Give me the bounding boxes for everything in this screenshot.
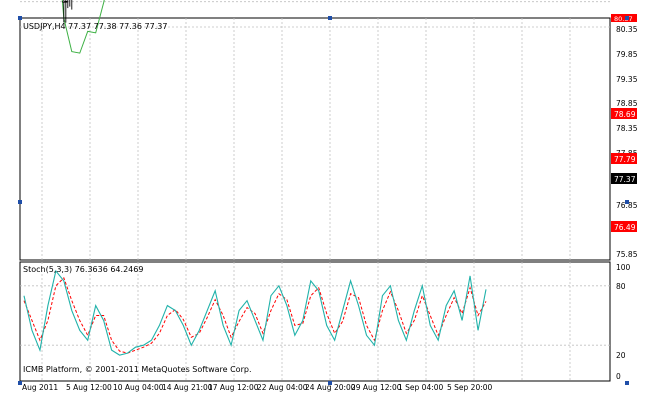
candle-body [64, 0, 68, 3]
stoch-scale-80: 80 [616, 282, 626, 291]
chart-header: USDJPY,H4 77.37 77.38 77.36 77.37 [23, 22, 167, 31]
time-label-10-aug: 10 Aug 04:00 [113, 383, 164, 392]
selection-handle[interactable] [18, 200, 22, 204]
stoch-scale-100: 100 [616, 263, 631, 272]
price-label-79-35: 79.35 [616, 75, 638, 84]
chart-canvas: USDJPY,H4 77.37 77.38 77.36 77.37 Stoch(… [0, 0, 652, 414]
price-label-78-85: 78.85 [616, 99, 638, 108]
level-tag-78-69: 78.69 [614, 110, 636, 119]
time-label-29-aug: 29 Aug 12:00 [351, 383, 402, 392]
trading-chart-window: USDJPY,H4 77.37 77.38 77.36 77.37 Stoch(… [0, 0, 652, 414]
selection-handle[interactable] [18, 381, 22, 385]
price-label-78-35: 78.35 [616, 124, 638, 133]
top-price-tag: 80.57 [614, 15, 633, 23]
level-tag-77-79: 77.79 [614, 155, 636, 164]
time-label-5-sep: 5 Sep 20:00 [447, 383, 493, 392]
price-label-80-35: 80.35 [616, 25, 638, 34]
time-label-14-aug: 14 Aug 21:00 [162, 383, 213, 392]
selection-handle[interactable] [625, 381, 629, 385]
time-label-1-sep: 1 Sep 04:00 [398, 383, 444, 392]
selection-handle[interactable] [328, 381, 332, 385]
copyright-footer: ICMB Platform, © 2001-2011 MetaQuotes So… [23, 365, 252, 374]
time-label-5-aug: 5 Aug 12:00 [66, 383, 112, 392]
selection-handle[interactable] [328, 16, 332, 20]
time-label-17-aug: 17 Aug 12:00 [208, 383, 259, 392]
selection-handle[interactable] [18, 16, 22, 20]
price-label-79-85: 79.85 [616, 50, 638, 59]
time-label-22-aug: 22 Aug 04:00 [257, 383, 308, 392]
time-label-aug-2011: Aug 2011 [22, 383, 58, 392]
stochastic-header: Stoch(5,3,3) 76.3636 64.2469 [23, 265, 143, 274]
price-label-75-85: 75.85 [616, 250, 638, 259]
level-tag-76-49: 76.49 [614, 223, 636, 232]
selection-handle[interactable] [625, 200, 629, 204]
stoch-scale-0: 0 [616, 372, 621, 381]
stoch-scale-20: 20 [616, 351, 626, 360]
selection-handle[interactable] [625, 16, 629, 20]
current-price-tag: 77.37 [614, 175, 636, 184]
